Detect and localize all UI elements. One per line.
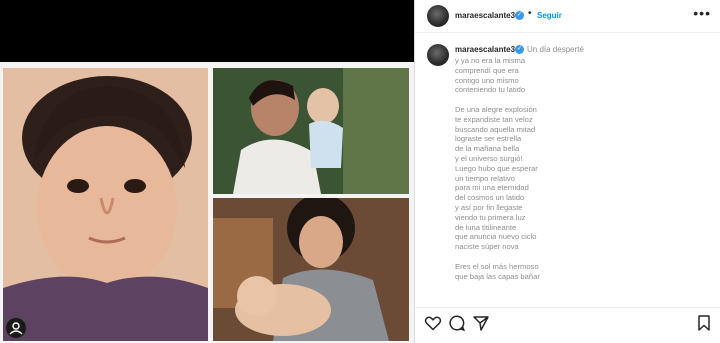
caption-line: y el universo surgió! [455,153,523,163]
post-media[interactable] [0,0,414,343]
caption-line: Eres el sol más hermoso [455,261,539,271]
caption-line: que baja las capas bañar [455,271,540,281]
caption-line: naciste súper nova [455,242,519,252]
caption-line [455,252,705,262]
caption-username[interactable]: maraescalante3 [455,45,515,54]
user-tag-icon[interactable] [6,318,26,338]
bookmark-icon[interactable] [695,314,713,332]
caption-line: viendo tu primera luz [455,212,526,222]
verified-badge-icon: ✓ [515,45,524,54]
more-options-icon[interactable]: ••• [693,5,711,21]
caption-first-line: Un día desperté [527,45,584,54]
caption-line: que anuncia nuevo ciclo [455,232,537,242]
separator-dot: • [528,8,532,19]
caption-line: lograste ser estrella [455,134,522,144]
caption-avatar[interactable] [427,44,449,66]
caption-line: del cosmos un latido [455,193,525,203]
caption-line: te expandiste tan veloz [455,114,533,124]
comment-icon[interactable] [448,314,466,332]
photo-man-with-baby [213,68,409,194]
caption-line: de la mañana bella [455,144,520,154]
instagram-post: maraescalante3 ✓ • Seguir ••• maraescala… [0,0,720,343]
caption-line [455,95,705,105]
post-header: maraescalante3 ✓ • Seguir ••• [415,0,720,33]
caption-line: Luego hubo que esperar [455,163,538,173]
photo-child-portrait [3,68,208,341]
caption-line: conteniendo tu latido [455,85,526,95]
caption-body: y ya no era la misma comprendí que era c… [455,56,705,281]
share-icon[interactable] [472,314,490,332]
user-tag-glyph [9,322,23,335]
woman-with-baby-illustration [213,198,409,341]
caption-line: de luna titilineante [455,222,517,232]
heart-icon[interactable] [424,314,442,332]
caption-line: contigo uno mismo [455,75,519,85]
author-username[interactable]: maraescalante3 [455,11,515,20]
child-portrait-illustration [3,68,208,341]
caption-line: buscando aquella mitad [455,124,536,134]
caption-line: y ya no era la misma [455,56,526,65]
author-avatar[interactable] [427,5,449,27]
follow-button[interactable]: Seguir [537,11,562,20]
verified-badge-icon: ✓ [515,11,524,20]
post-caption: maraescalante3 ✓ Un día desperté y ya no… [415,38,720,294]
caption-line: y así por fin llegaste [455,202,523,212]
caption-line: De una alegre explosión [455,104,537,114]
caption-line: un tiempo relativo [455,173,515,183]
photo-woman-with-baby [213,198,409,341]
man-with-baby-illustration [213,68,409,194]
post-sidebar: maraescalante3 ✓ • Seguir ••• maraescala… [414,0,720,343]
caption-line: para mi una eternidad [455,183,529,193]
caption-line: comprendí que era [455,65,519,75]
action-bar [415,307,720,338]
